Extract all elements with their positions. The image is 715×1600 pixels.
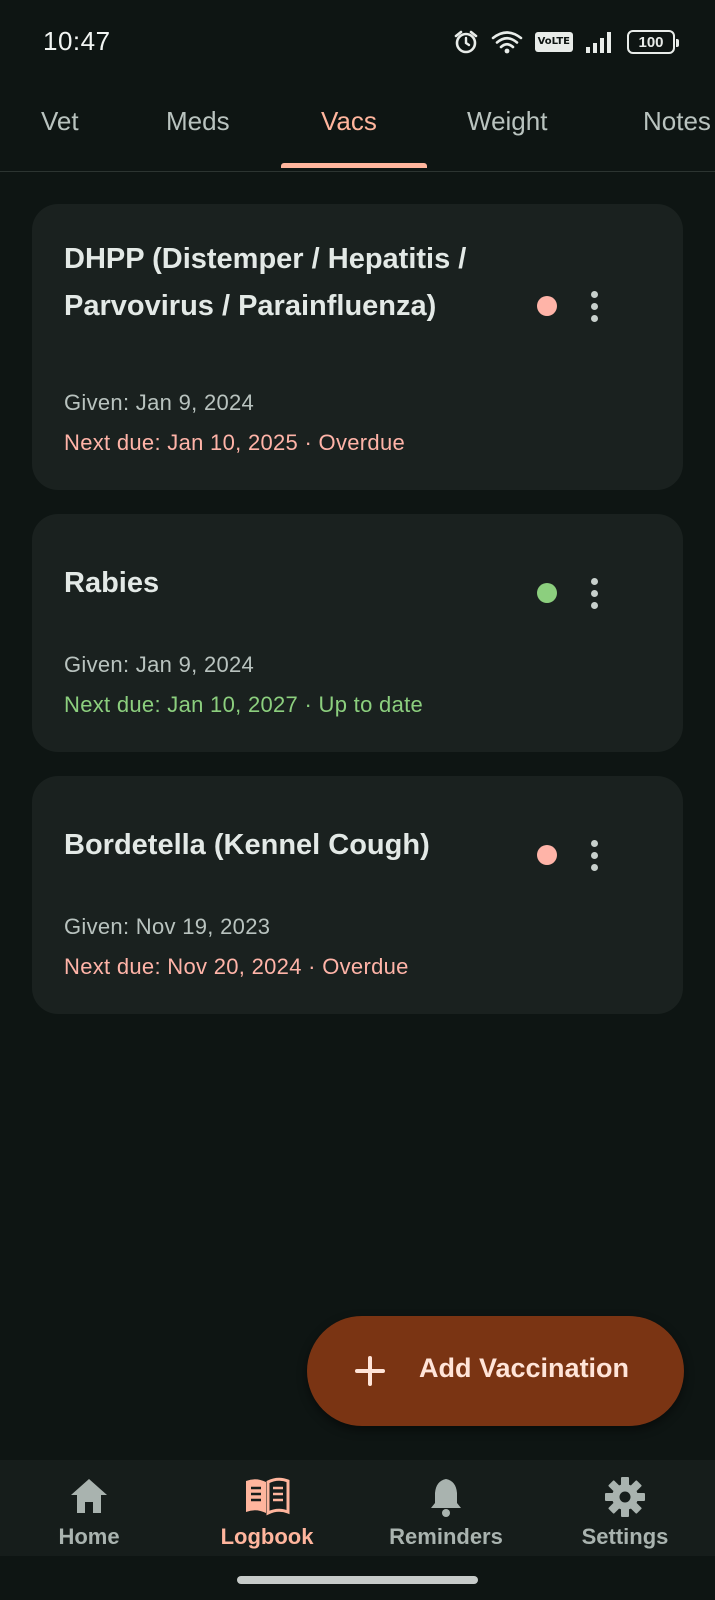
tab-vet[interactable]: Vet [41, 106, 79, 146]
status-bar: 10:47 VoLTE 100 [0, 0, 715, 84]
plus-icon [355, 1356, 385, 1386]
vaccination-card[interactable]: DHPP (Distemper / Hepatitis / Parvovirus… [32, 204, 683, 490]
more-options-button[interactable] [572, 571, 616, 615]
nav-reminders-label: Reminders [389, 1524, 503, 1549]
given-date: Given: Jan 9, 2024 [64, 390, 255, 415]
nav-settings-label: Settings [581, 1524, 669, 1549]
status-dot-overdue [537, 296, 557, 316]
next-due-date: Next due: Jan 10, 2025 · Overdue [64, 430, 406, 455]
tab-notes[interactable]: Notes [643, 106, 711, 146]
bell-icon [426, 1476, 466, 1523]
gear-icon [604, 1476, 646, 1523]
tab-vacs[interactable]: Vacs [321, 106, 377, 146]
nav-home[interactable]: Home [0, 1460, 178, 1556]
more-vert-icon [590, 839, 598, 871]
next-due-date: Next due: Jan 10, 2027 · Up to date [64, 692, 424, 717]
vaccination-name: DHPP (Distemper / Hepatitis / Parvovirus… [64, 243, 467, 322]
wifi-icon [491, 30, 523, 54]
status-dot-up-to-date [537, 583, 557, 603]
more-options-button[interactable] [572, 284, 616, 328]
add-vaccination-label: Add Vaccination [419, 1353, 630, 1383]
status-time: 10:47 [43, 26, 111, 56]
vaccination-name: Bordetella (Kennel Cough) [64, 829, 430, 861]
vaccination-card[interactable]: Rabies Given: Jan 9, 2024 Next due: Jan … [32, 514, 683, 752]
nav-settings[interactable]: Settings [536, 1460, 714, 1556]
more-options-button[interactable] [572, 833, 616, 877]
nav-reminders[interactable]: Reminders [357, 1460, 535, 1556]
status-icons: VoLTE 100 [453, 28, 679, 56]
book-icon [243, 1476, 291, 1521]
given-date: Given: Jan 9, 2024 [64, 652, 255, 677]
more-vert-icon [590, 577, 598, 609]
add-vaccination-button[interactable]: Add Vaccination [307, 1316, 684, 1426]
tab-weight[interactable]: Weight [467, 106, 547, 146]
alarm-icon [453, 29, 479, 55]
nav-logbook-label: Logbook [220, 1524, 314, 1549]
signal-icon [585, 31, 615, 53]
more-vert-icon [590, 290, 598, 322]
nav-home-label: Home [58, 1524, 120, 1549]
logbook-tabs: Vet Meds Vacs Weight Notes [0, 92, 715, 172]
battery-icon: 100 [627, 30, 679, 54]
vaccination-name: Rabies [64, 567, 160, 599]
vaccination-card[interactable]: Bordetella (Kennel Cough) Given: Nov 19,… [32, 776, 683, 1014]
volte-badge: VoLTE [534, 32, 573, 52]
status-dot-overdue [537, 845, 557, 865]
bottom-navigation: Home Logbook Reminders Settings [0, 1460, 715, 1556]
next-due-date: Next due: Nov 20, 2024 · Overdue [64, 954, 409, 979]
battery-level: 100 [638, 33, 664, 51]
tab-meds[interactable]: Meds [166, 106, 230, 146]
given-date: Given: Nov 19, 2023 [64, 914, 271, 939]
gesture-handle[interactable] [237, 1576, 478, 1584]
nav-logbook[interactable]: Logbook [178, 1460, 356, 1556]
active-tab-indicator [281, 163, 427, 168]
home-icon [68, 1476, 110, 1521]
